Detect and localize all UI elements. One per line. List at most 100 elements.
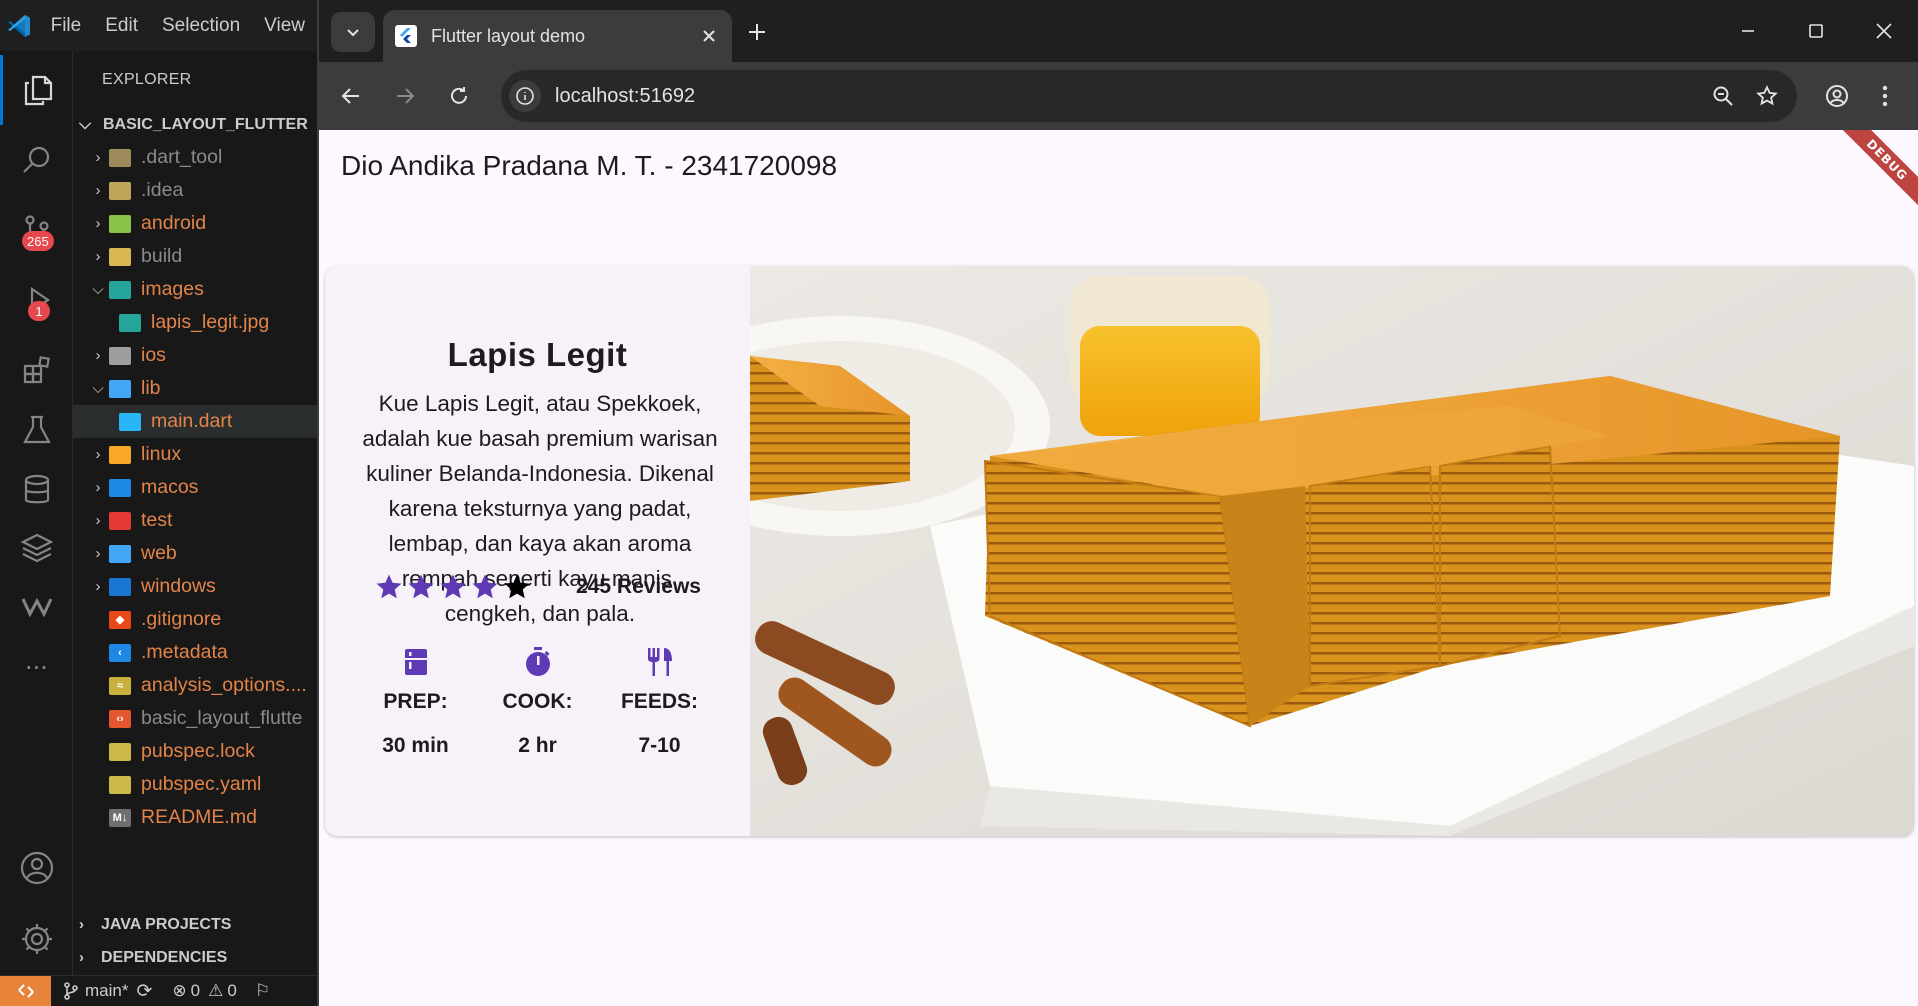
file-tree-item[interactable]: › ios: [73, 339, 317, 372]
explorer-activity[interactable]: [0, 55, 73, 125]
file-tree-item[interactable]: › macos: [73, 471, 317, 504]
cook-info: COOK: 2 hr: [490, 646, 586, 758]
accounts-activity[interactable]: [0, 833, 73, 903]
xml-icon: ‹›: [109, 709, 131, 728]
file-tree-item[interactable]: main.dart: [73, 405, 317, 438]
source-control-badge: 265: [22, 231, 54, 251]
maximize-icon: [1809, 24, 1823, 38]
file-tree-item[interactable]: › windows: [73, 570, 317, 603]
chevron-right-icon: ›: [95, 545, 101, 562]
file-tree-item[interactable]: M↓ README.md: [73, 801, 317, 834]
file-tree-label: .idea: [141, 179, 184, 201]
star-icon: [504, 574, 530, 599]
tab-flutter-layout-demo[interactable]: Flutter layout demo: [383, 10, 732, 62]
close-window-button[interactable]: [1850, 0, 1918, 62]
problems-indicator[interactable]: ⊗ 0 ⚠ 0: [172, 981, 236, 1001]
minimize-button[interactable]: [1714, 0, 1782, 62]
file-tree-label: macos: [141, 476, 199, 498]
dart-icon: [119, 412, 141, 431]
tab-close-button[interactable]: [694, 21, 724, 51]
zoom-button[interactable]: [1701, 74, 1745, 118]
new-tab-button[interactable]: [739, 14, 775, 50]
chevron-right-icon: ›: [79, 916, 84, 933]
maximize-button[interactable]: [1782, 0, 1850, 62]
file-tree-item[interactable]: › .dart_tool: [73, 141, 317, 174]
site-info-button[interactable]: [509, 80, 541, 112]
file-tree-item[interactable]: ⌵ lib: [73, 372, 317, 405]
run-debug-activity[interactable]: 1: [0, 265, 73, 335]
file-tree-item[interactable]: pubspec.lock: [73, 735, 317, 768]
folder-icon: [109, 544, 131, 563]
source-control-activity[interactable]: 265: [0, 195, 73, 265]
folder-icon: [109, 346, 131, 365]
menu-view[interactable]: View: [252, 15, 317, 37]
remote-indicator[interactable]: [0, 975, 51, 1006]
star-filled-icon: [376, 574, 402, 599]
forward-button[interactable]: [385, 76, 425, 116]
file-tree-label: pubspec.yaml: [141, 773, 262, 795]
back-button[interactable]: [331, 76, 371, 116]
tab-title: Flutter layout demo: [431, 25, 586, 46]
file-tree-item[interactable]: › linux: [73, 438, 317, 471]
manage-activity[interactable]: [0, 904, 73, 974]
sync-icon[interactable]: ⟳: [136, 980, 152, 1003]
recipe-card: Lapis Legit Kue Lapis Legit, atau Spekko…: [325, 266, 1914, 836]
url-text[interactable]: localhost:51692: [555, 85, 1701, 108]
tab-search-button[interactable]: [331, 12, 375, 52]
file-tree-label: main.dart: [151, 410, 233, 432]
menu-edit[interactable]: Edit: [93, 15, 150, 37]
file-tree-item[interactable]: › .idea: [73, 174, 317, 207]
section-label: DEPENDENCIES: [101, 948, 228, 966]
file-tree-item[interactable]: lapis_legit.jpg: [73, 306, 317, 339]
folder-icon: [109, 148, 131, 167]
restaurant-icon: [644, 646, 676, 678]
reload-button[interactable]: [439, 76, 479, 116]
activity-bar: 265 1 ···: [0, 51, 73, 975]
folder-icon: [109, 478, 131, 497]
timer-icon: [522, 646, 554, 678]
branch-icon: [64, 982, 78, 1000]
file-tree-item[interactable]: › build: [73, 240, 317, 273]
file-tree-item[interactable]: › test: [73, 504, 317, 537]
java-projects-section[interactable]: › JAVA PROJECTS: [73, 908, 231, 941]
file-tree-label: analysis_options....: [141, 674, 307, 696]
chevron-right-icon: ›: [95, 347, 101, 364]
menu-button[interactable]: [1865, 76, 1905, 116]
chevron-right-icon: ›: [95, 446, 101, 463]
lock-icon: [109, 775, 131, 794]
close-icon: [703, 30, 715, 42]
yaml-icon: ≈: [109, 676, 131, 695]
layers-icon: [20, 533, 53, 563]
menu-selection[interactable]: Selection: [150, 15, 252, 37]
file-tree-label: lib: [141, 377, 161, 399]
wallaby-activity[interactable]: [0, 571, 73, 641]
file-tree-label: images: [141, 278, 204, 300]
bookmark-button[interactable]: [1745, 74, 1789, 118]
dependencies-section[interactable]: › DEPENDENCIES: [73, 941, 227, 974]
project-root[interactable]: ⌵ BASIC_LAYOUT_FLUTTER: [73, 108, 317, 141]
file-tree-item[interactable]: › android: [73, 207, 317, 240]
search-activity[interactable]: [0, 125, 73, 195]
profile-button[interactable]: [1817, 76, 1857, 116]
file-tree-item[interactable]: ‹› basic_layout_flutte: [73, 702, 317, 735]
file-tree-item[interactable]: ‹ .metadata: [73, 636, 317, 669]
prep-value: 30 min: [382, 734, 449, 757]
md-icon: M↓: [109, 808, 131, 827]
chevron-right-icon: ›: [95, 182, 101, 199]
file-tree-item[interactable]: ⌵ images: [73, 273, 317, 306]
explorer-sidebar: EXPLORER ⌵ BASIC_LAYOUT_FLUTTER › .dart_t…: [73, 51, 317, 975]
chevron-right-icon: ›: [95, 248, 101, 265]
file-tree-item[interactable]: › web: [73, 537, 317, 570]
file-tree-item[interactable]: ≈ analysis_options....: [73, 669, 317, 702]
file-tree-item[interactable]: pubspec.yaml: [73, 768, 317, 801]
file-tree-item[interactable]: ◆ .gitignore: [73, 603, 317, 636]
address-bar[interactable]: localhost:51692: [501, 70, 1797, 122]
star-filled-icon: [440, 574, 466, 599]
search-icon: [22, 146, 49, 173]
chevron-down-icon: ⌵: [92, 281, 104, 298]
more-activity[interactable]: ···: [0, 633, 73, 703]
debug-status-icon[interactable]: ⚐: [255, 981, 270, 1001]
branch-indicator[interactable]: main* ⟳: [63, 980, 152, 1003]
menu-file[interactable]: File: [39, 15, 94, 37]
folder-icon: [109, 280, 131, 299]
